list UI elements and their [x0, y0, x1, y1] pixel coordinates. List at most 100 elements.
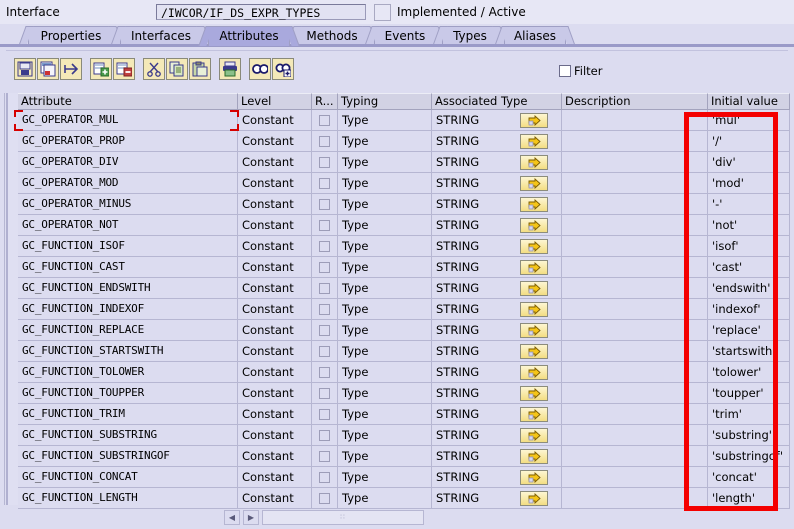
table-row[interactable]: GC_OPERATOR_MUL Constant Type STRING 'mul'	[18, 110, 790, 131]
cell-typing[interactable]: Type	[338, 299, 432, 320]
cell-attribute[interactable]: GC_OPERATOR_MUL	[18, 110, 238, 131]
cell-level[interactable]: Constant	[238, 320, 312, 341]
readonly-checkbox[interactable]	[319, 387, 330, 399]
cell-attribute[interactable]: GC_FUNCTION_SUBSTRINGOF	[18, 446, 238, 467]
cell-initial-value[interactable]: '-'	[708, 194, 790, 215]
navigate-arrow-icon[interactable]	[520, 406, 548, 422]
readonly-checkbox[interactable]	[319, 324, 330, 336]
tab-types[interactable]: Types	[442, 26, 498, 46]
interface-name-field[interactable]: /IWCOR/IF_DS_EXPR_TYPES	[156, 4, 366, 20]
readonly-checkbox[interactable]	[319, 261, 330, 273]
row-readonly-cell[interactable]	[312, 236, 338, 257]
navigate-arrow-icon[interactable]	[520, 112, 548, 128]
cell-attribute[interactable]: GC_FUNCTION_LENGTH	[18, 488, 238, 509]
associated-type-cell[interactable]: STRING	[432, 383, 562, 404]
row-readonly-cell[interactable]	[312, 341, 338, 362]
cell-level[interactable]: Constant	[238, 215, 312, 236]
horizontal-scrollbar[interactable]: ◀ ▶ ∷	[224, 509, 424, 525]
readonly-checkbox[interactable]	[319, 240, 330, 252]
navigate-arrow-icon[interactable]	[520, 133, 548, 149]
navigate-arrow-icon[interactable]	[520, 448, 548, 464]
cell-level[interactable]: Constant	[238, 425, 312, 446]
table-row[interactable]: GC_FUNCTION_STARTSWITH Constant Type STRING…	[18, 341, 790, 362]
row-readonly-cell[interactable]	[312, 194, 338, 215]
cell-description[interactable]	[562, 152, 708, 173]
associated-type-cell[interactable]: STRING	[432, 299, 562, 320]
column-header-typing[interactable]: Typing	[338, 93, 432, 110]
cell-attribute[interactable]: GC_FUNCTION_TRIM	[18, 404, 238, 425]
cell-level[interactable]: Constant	[238, 257, 312, 278]
associated-type-cell[interactable]: STRING	[432, 257, 562, 278]
cell-typing[interactable]: Type	[338, 320, 432, 341]
cell-description[interactable]	[562, 362, 708, 383]
cell-attribute[interactable]: GC_FUNCTION_ENDSWITH	[18, 278, 238, 299]
cell-attribute[interactable]: GC_FUNCTION_SUBSTRING	[18, 425, 238, 446]
readonly-checkbox[interactable]	[319, 114, 330, 126]
row-readonly-cell[interactable]	[312, 467, 338, 488]
readonly-checkbox[interactable]	[319, 282, 330, 294]
associated-type-cell[interactable]: STRING	[432, 446, 562, 467]
cell-attribute[interactable]: GC_FUNCTION_CONCAT	[18, 467, 238, 488]
scroll-right-arrow-icon[interactable]: ▶	[243, 509, 259, 525]
cell-attribute[interactable]: GC_FUNCTION_INDEXOF	[18, 299, 238, 320]
cell-description[interactable]	[562, 467, 708, 488]
cell-attribute[interactable]: GC_FUNCTION_STARTSWITH	[18, 341, 238, 362]
readonly-checkbox[interactable]	[319, 135, 330, 147]
cell-initial-value[interactable]: 'isof'	[708, 236, 790, 257]
cell-initial-value[interactable]: 'replace'	[708, 320, 790, 341]
cell-description[interactable]	[562, 194, 708, 215]
scroll-left-arrow-icon[interactable]: ◀	[224, 509, 240, 525]
cell-description[interactable]	[562, 383, 708, 404]
delete-row-icon[interactable]	[113, 58, 135, 80]
readonly-checkbox[interactable]	[319, 303, 330, 315]
table-row[interactable]: GC_FUNCTION_TOLOWER Constant Type STRING 'to…	[18, 362, 790, 383]
table-row[interactable]: GC_FUNCTION_SUBSTRING Constant Type STRING '…	[18, 425, 790, 446]
cell-typing[interactable]: Type	[338, 152, 432, 173]
navigate-arrow-icon[interactable]	[520, 217, 548, 233]
table-row[interactable]: GC_FUNCTION_ISOF Constant Type STRING 'isof'	[18, 236, 790, 257]
tab-attributes[interactable]: Attributes	[208, 26, 290, 46]
associated-type-cell[interactable]: STRING	[432, 194, 562, 215]
cell-typing[interactable]: Type	[338, 194, 432, 215]
column-header-attribute[interactable]: Attribute	[18, 93, 238, 110]
cell-initial-value[interactable]: 'substring'	[708, 425, 790, 446]
cell-level[interactable]: Constant	[238, 446, 312, 467]
navigate-arrow-icon[interactable]	[520, 322, 548, 338]
cell-level[interactable]: Constant	[238, 152, 312, 173]
cell-level[interactable]: Constant	[238, 488, 312, 509]
save-icon[interactable]	[14, 58, 36, 80]
table-row[interactable]: GC_FUNCTION_CONCAT Constant Type STRING 'con…	[18, 467, 790, 488]
table-row[interactable]: GC_OPERATOR_PROP Constant Type STRING '/'	[18, 131, 790, 152]
row-readonly-cell[interactable]	[312, 425, 338, 446]
cell-description[interactable]	[562, 131, 708, 152]
cell-initial-value[interactable]: 'tolower'	[708, 362, 790, 383]
table-row[interactable]: GC_FUNCTION_LENGTH Constant Type STRING 'len…	[18, 488, 790, 509]
copy-icon[interactable]	[166, 58, 188, 80]
associated-type-cell[interactable]: STRING	[432, 467, 562, 488]
cell-level[interactable]: Constant	[238, 341, 312, 362]
table-row[interactable]: GC_FUNCTION_CAST Constant Type STRING 'cast'	[18, 257, 790, 278]
tab-methods[interactable]: Methods	[296, 26, 368, 46]
navigate-arrow-icon[interactable]	[520, 385, 548, 401]
cell-attribute[interactable]: GC_FUNCTION_TOUPPER	[18, 383, 238, 404]
associated-type-cell[interactable]: STRING	[432, 110, 562, 131]
table-row[interactable]: GC_OPERATOR_DIV Constant Type STRING 'div'	[18, 152, 790, 173]
row-readonly-cell[interactable]	[312, 488, 338, 509]
readonly-checkbox[interactable]	[319, 345, 330, 357]
cell-level[interactable]: Constant	[238, 173, 312, 194]
readonly-checkbox[interactable]	[319, 366, 330, 378]
scrollbar-track[interactable]: ∷	[262, 509, 424, 525]
associated-type-cell[interactable]: STRING	[432, 320, 562, 341]
cell-description[interactable]	[562, 215, 708, 236]
cell-typing[interactable]: Type	[338, 173, 432, 194]
cell-initial-value[interactable]: 'substringof'	[708, 446, 790, 467]
find-next-icon[interactable]	[272, 58, 294, 80]
column-header-initial-value[interactable]: Initial value	[708, 93, 790, 110]
row-readonly-cell[interactable]	[312, 257, 338, 278]
cell-initial-value[interactable]: 'indexof'	[708, 299, 790, 320]
cell-attribute[interactable]: GC_OPERATOR_MINUS	[18, 194, 238, 215]
readonly-checkbox[interactable]	[319, 198, 330, 210]
readonly-checkbox[interactable]	[319, 450, 330, 462]
print-icon[interactable]	[219, 58, 241, 80]
cell-description[interactable]	[562, 236, 708, 257]
